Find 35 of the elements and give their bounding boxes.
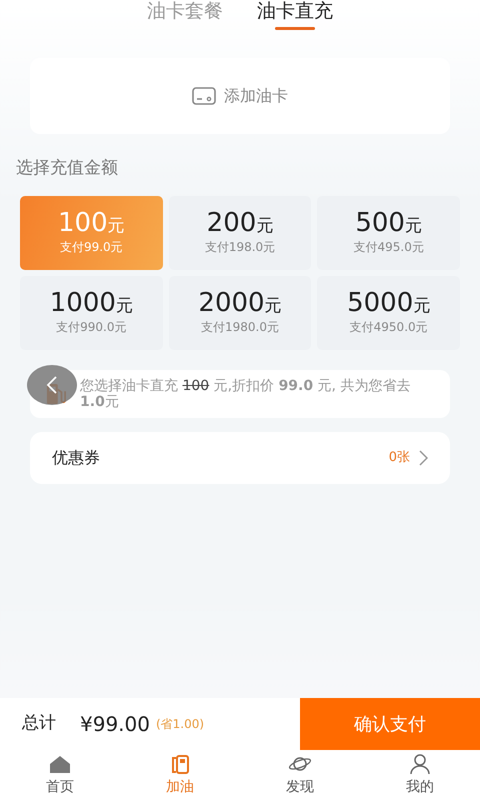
amount-text: 2000元 [198, 289, 282, 318]
amount-option[interactable]: 500元 支付495.0元 [317, 196, 460, 270]
amount-option[interactable]: 200元 支付198.0元 [168, 196, 312, 270]
back-button[interactable] [27, 365, 77, 405]
chevron-right-icon [418, 450, 428, 466]
total-amount: ¥99.00 [80, 711, 150, 738]
section-title: 选择充值金额 [16, 157, 119, 180]
pay-price: 支付4950.0元 [350, 318, 428, 336]
amount-text: 100元 [58, 209, 125, 238]
nav-tab[interactable]: 发现 [240, 750, 360, 800]
coupon-row[interactable]: 优惠券 0张 [30, 432, 450, 484]
saving-text: (省1.00) [156, 716, 204, 733]
amount-text: 5000元 [347, 289, 430, 318]
pay-price: 支付990.0元 [56, 318, 126, 336]
coupon-count: 0张 [388, 448, 410, 467]
amount-option[interactable]: 2000元 支付1980.0元 [168, 276, 312, 350]
coupon-label: 优惠券 [52, 446, 100, 469]
card-icon [192, 87, 216, 105]
summary-text: 您选择油卡直充 100 元,折扣价 99.0 元, 共为您省去 1.0元 [80, 378, 412, 410]
amount-option[interactable]: 1000元 支付990.0元 [20, 276, 163, 350]
pay-price: 支付1980.0元 [200, 318, 279, 336]
amount-text: 500元 [355, 209, 422, 238]
total-label: 总计 [22, 712, 56, 736]
add-card-button[interactable]: 添加油卡 [30, 58, 450, 134]
back-icon [46, 375, 58, 395]
amount-text: 200元 [206, 209, 274, 238]
amount-text: 1000元 [50, 289, 133, 318]
person-icon [408, 752, 432, 774]
tab[interactable]: 油卡直充 [253, 0, 337, 28]
pay-price: 支付99.0元 [60, 238, 123, 256]
nav-tab[interactable]: 我的 [360, 750, 480, 800]
pay-price: 支付495.0元 [353, 238, 424, 256]
pay-price: 支付198.0元 [204, 238, 276, 256]
amount-option[interactable]: 5000元 支付4950.0元 [317, 276, 460, 350]
nav-tab[interactable]: 首页 [0, 750, 120, 800]
